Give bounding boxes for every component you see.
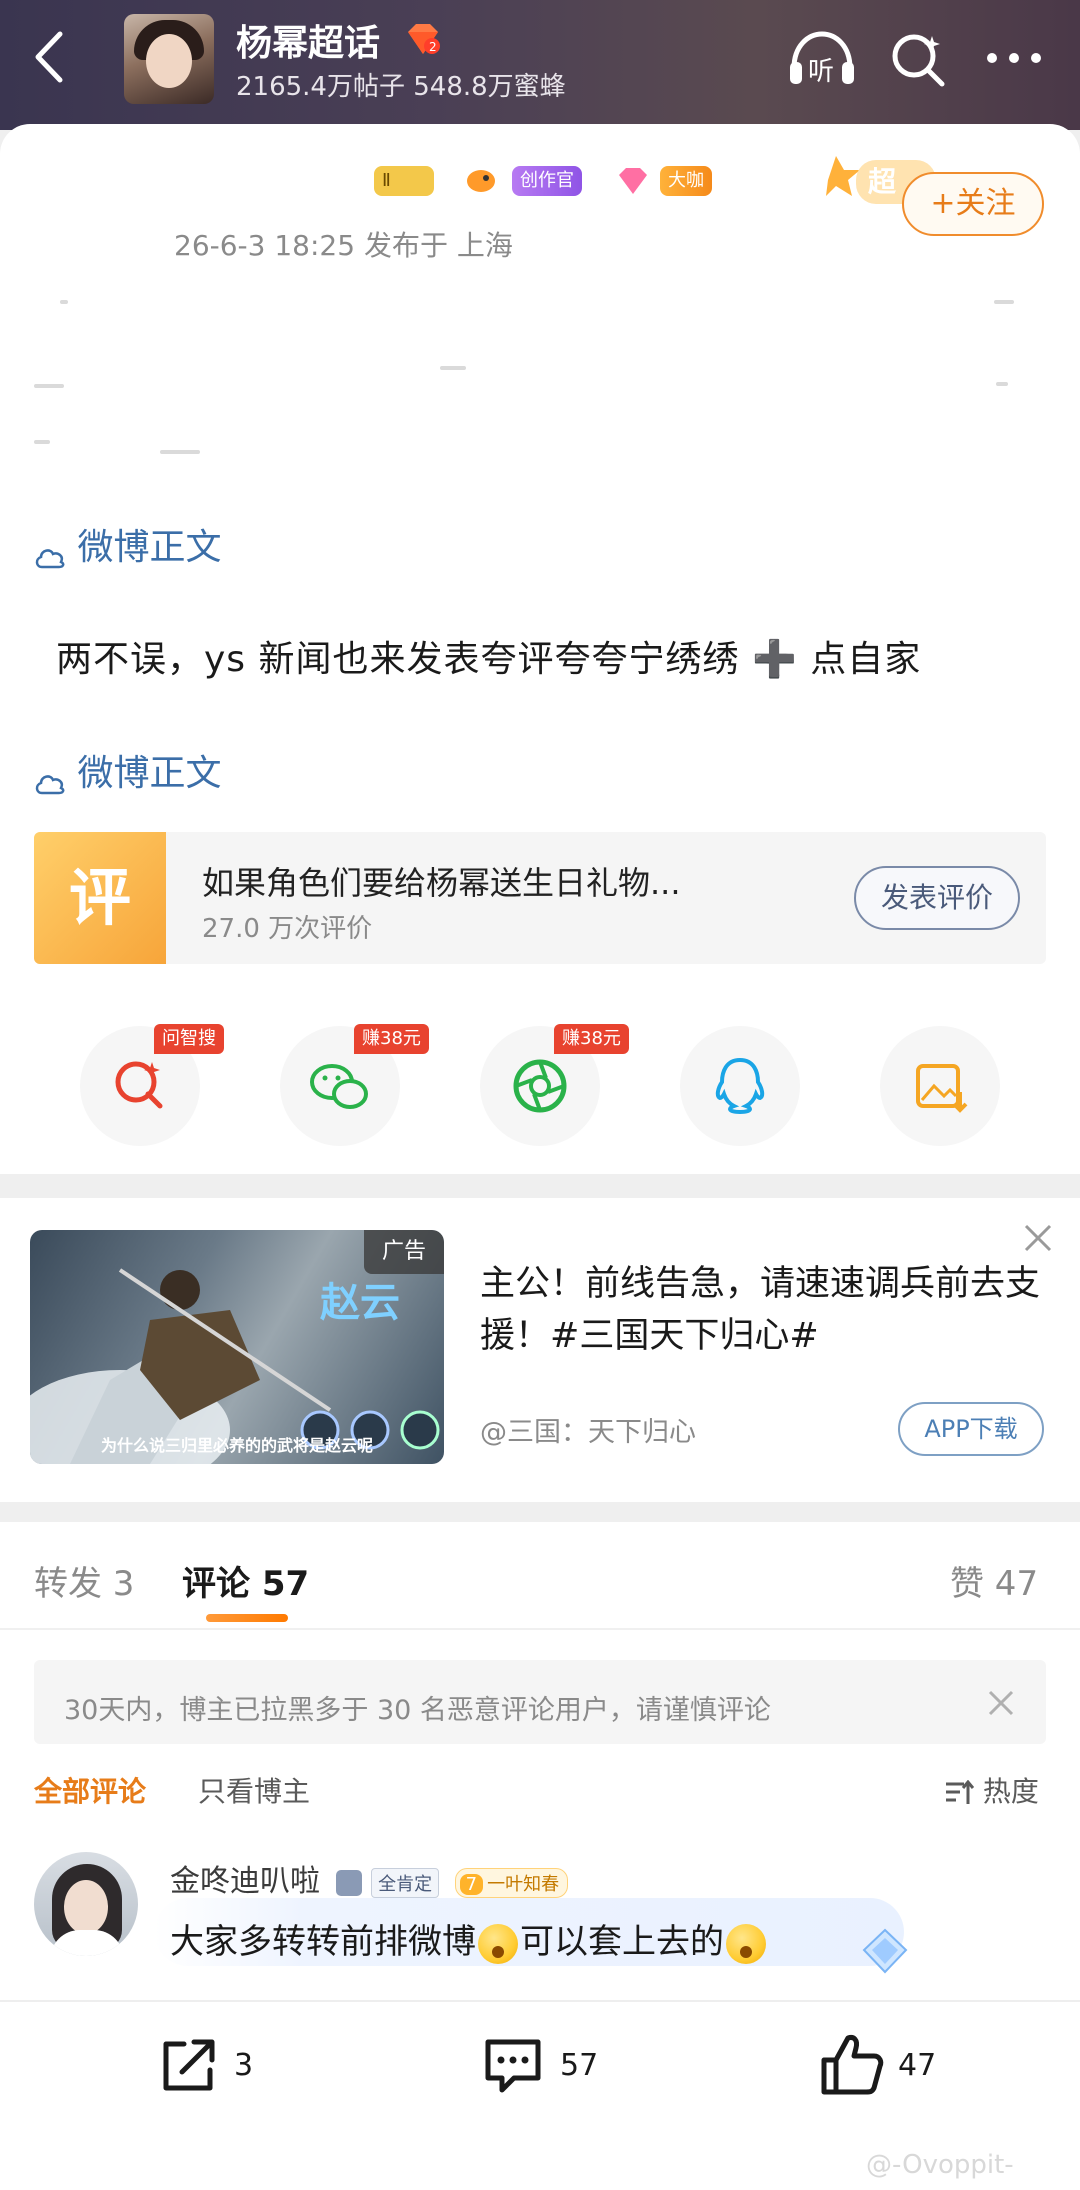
comment-user[interactable]: 金咚迪叭啦 全肯定 7 一叶知春 [170, 1856, 569, 1900]
level-badge-icon: 2 [404, 22, 442, 56]
post-meta: 26-6-3 18:25 发布于 上海 [174, 229, 513, 262]
comment-text-part-b: 可以套上去的 [520, 1922, 724, 1962]
fish-icon [464, 166, 498, 196]
ad-tag: 广告 [364, 1230, 444, 1274]
redacted-line [994, 300, 1014, 304]
share-tag: 赚38元 [354, 1024, 429, 1054]
post-body-link-label: 微博正文 [77, 753, 222, 794]
comment-icon [485, 2039, 541, 2093]
qq-share-button[interactable] [680, 1026, 800, 1146]
level-badge: Ⅱ [374, 166, 434, 196]
repost-button[interactable]: 3 [156, 2034, 296, 2098]
review-icon: 评 [34, 832, 166, 964]
user-badges: Ⅱ 创作官 大咖 [370, 166, 730, 206]
close-ad-icon[interactable] [1022, 1222, 1054, 1254]
post-body-link-label: 微博正文 [77, 527, 222, 568]
post-review-button[interactable]: 发表评价 [854, 866, 1020, 930]
super-tag-label: 超 [868, 165, 897, 198]
tab-comment[interactable]: 评论 57 [182, 1556, 309, 1605]
ad-caption: 为什么说三归里必养的的武将是赵云呢 [100, 1436, 373, 1455]
post-body-link[interactable]: 微博正文 [34, 744, 221, 796]
share-tag: 赚38元 [554, 1024, 629, 1054]
redacted-line [60, 300, 68, 304]
repost-count: 3 [234, 2048, 254, 2083]
redacted-line [34, 440, 50, 444]
diamond-badge-icon [616, 166, 650, 196]
redacted-line [996, 382, 1008, 386]
listen-button[interactable]: 听 [786, 28, 858, 90]
redacted-line [160, 450, 200, 454]
comment-badge-2: 7 一叶知春 [454, 1867, 569, 1898]
post-body-link[interactable]: 微博正文 [34, 518, 221, 570]
ad-image[interactable]: 赵云 广告 为什么说三归里必养的的武将是赵云呢 [30, 1230, 444, 1464]
avatar[interactable] [34, 1852, 138, 1956]
review-title[interactable]: 如果角色们要给杨幂送生日礼物... [202, 858, 681, 904]
diamond-decoration-icon [860, 1928, 910, 1974]
sort-icon [946, 1779, 975, 1804]
app-download-button[interactable]: APP下载 [898, 1402, 1044, 1456]
thumbs-up-icon [821, 2035, 884, 2095]
topic-title[interactable]: 杨幂超话 [236, 14, 380, 66]
ad-source[interactable]: @三国：天下归心 [480, 1410, 696, 1449]
listen-label: 听 [808, 57, 834, 87]
post-body-text: 两不误，ys 新闻也来发表夸评夸夸宁绣绣 ➕ 点自家 [56, 639, 922, 680]
verified-icon [335, 1869, 362, 1896]
comment-text-part-a: 大家多转转前排微博 [170, 1922, 476, 1962]
sort-label: 热度 [982, 1775, 1039, 1808]
watermark: @-Ovoppit- [866, 2150, 1014, 2180]
share-tag: 问智搜 [154, 1024, 224, 1054]
tab-like[interactable]: 赞 47 [950, 1556, 1038, 1605]
comment-username[interactable]: 金咚迪叭啦 [170, 1864, 320, 1899]
comment-badge-2-label: 一叶知春 [487, 1873, 560, 1895]
ad-text[interactable]: 主公！前线告急，请速速调兵前去支援！#三国天下归心# [480, 1258, 1040, 1362]
follow-button[interactable]: +关注 [902, 172, 1044, 236]
save-image-button[interactable] [880, 1026, 1000, 1146]
comment-text[interactable]: 大家多转转前排微博 可以套上去的 [170, 1914, 768, 1964]
tab-repost[interactable]: 转发 3 [34, 1556, 134, 1605]
comment-count: 57 [560, 2048, 599, 2083]
sort-hot-button[interactable]: 热度 [944, 1770, 1039, 1810]
share-icon [163, 2039, 215, 2091]
topic-stats: 2165.4万帖子 548.8万蜜蜂 [236, 72, 566, 102]
close-notice-icon[interactable] [986, 1688, 1016, 1718]
like-count: 47 [898, 2048, 937, 2083]
svg-text:2: 2 [429, 40, 437, 54]
filter-host-only[interactable]: 只看博主 [198, 1770, 310, 1810]
redacted-line [34, 384, 64, 388]
comment-button[interactable]: 57 [480, 2034, 640, 2098]
comment-badge-1: 全肯定 [371, 1867, 440, 1898]
more-icon[interactable] [982, 40, 1046, 76]
search-icon[interactable] [888, 30, 948, 90]
surprised-emoji-icon [478, 1923, 518, 1964]
back-icon[interactable] [22, 22, 78, 92]
filter-all-comments[interactable]: 全部评论 [34, 1770, 146, 1810]
divider [0, 1628, 1080, 1630]
comment-badge-2-level: 7 [459, 1873, 484, 1895]
like-button[interactable]: 47 [818, 2030, 978, 2098]
notice-text: 30天内，博主已拉黑多于 30 名恶意评论用户，请谨慎评论 [64, 1695, 771, 1726]
surprised-emoji-icon [726, 1923, 766, 1964]
qq-icon [715, 1057, 765, 1115]
creator-badge: 创作官 [512, 166, 582, 196]
topic-avatar[interactable] [124, 14, 214, 104]
save-image-icon [916, 1064, 968, 1113]
cloud-icon [34, 763, 66, 795]
cloud-icon [34, 537, 66, 569]
ad-game-title: 赵云 [320, 1280, 400, 1326]
redacted-line [440, 366, 466, 370]
active-tab-indicator [206, 1614, 288, 1622]
vip-badge: 大咖 [660, 166, 712, 196]
review-count: 27.0 万次评价 [202, 914, 373, 944]
